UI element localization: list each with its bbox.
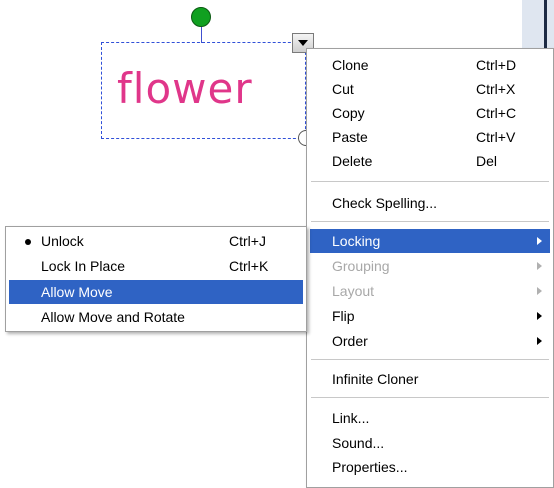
menu-item-label: Infinite Cloner [332,371,419,387]
menu-separator [311,181,549,185]
menu-item-infinite-cloner[interactable]: Infinite Cloner [310,367,550,391]
menu-item-locking[interactable]: Locking [310,229,550,253]
menu-item-flip[interactable]: Flip [310,304,550,328]
menu-item-shortcut: Del [476,153,498,169]
menu-item-label: Link... [332,410,370,426]
menu-item-label: Check Spelling... [332,195,438,211]
menu-separator [311,359,549,363]
menu-item-cut[interactable]: Cut Ctrl+X [310,77,550,101]
menu-item-properties[interactable]: Properties... [310,455,550,479]
context-menu: Clone Ctrl+D Cut Ctrl+X Copy Ctrl+C Past… [306,48,554,488]
submenu-item-label: Allow Move [41,284,113,300]
rotate-handle-stem [201,27,202,43]
submenu-arrow-icon [537,262,542,270]
locking-submenu: Unlock Ctrl+J Lock In Place Ctrl+K Allow… [5,226,307,332]
submenu-item-allow-move[interactable]: Allow Move [9,280,303,304]
submenu-item-label: Allow Move and Rotate [41,309,185,325]
rotate-handle-icon[interactable] [191,7,211,27]
menu-separator [311,221,549,225]
menu-item-grouping: Grouping [310,254,550,278]
menu-item-label: Locking [332,233,381,249]
menu-item-label: Cut [332,81,354,97]
menu-item-delete[interactable]: Delete Del [310,149,550,173]
submenu-arrow-icon [537,337,542,345]
menu-item-label: Clone [332,57,369,73]
menu-item-label: Properties... [332,459,408,475]
menu-item-sound[interactable]: Sound... [310,431,550,455]
menu-item-copy[interactable]: Copy Ctrl+C [310,101,550,125]
menu-item-label: Flip [332,308,355,324]
menu-item-label: Delete [332,153,373,169]
menu-item-shortcut: Ctrl+X [476,81,516,97]
submenu-item-label: Lock In Place [41,258,126,274]
menu-item-label: Grouping [332,258,390,274]
menu-item-paste[interactable]: Paste Ctrl+V [310,125,550,149]
menu-item-shortcut: Ctrl+C [476,105,517,121]
submenu-arrow-icon [537,287,542,295]
menu-item-layout: Layout [310,279,550,303]
submenu-item-allow-move-and-rotate[interactable]: Allow Move and Rotate [9,305,303,329]
menu-item-check-spelling[interactable]: Check Spelling... [310,191,550,215]
menu-item-shortcut: Ctrl+V [476,129,516,145]
menu-item-label: Copy [332,105,365,121]
submenu-item-unlock[interactable]: Unlock Ctrl+J [9,229,303,253]
submenu-item-label: Unlock [41,233,84,249]
menu-dropdown-icon [298,40,308,46]
menu-item-label: Paste [332,129,368,145]
menu-item-order[interactable]: Order [310,329,550,353]
submenu-item-lock-in-place[interactable]: Lock In Place Ctrl+K [9,254,303,278]
menu-item-link[interactable]: Link... [310,406,550,430]
menu-item-label: Sound... [332,435,385,451]
menu-item-label: Layout [332,283,375,299]
radio-bullet-icon [25,239,31,245]
submenu-item-shortcut: Ctrl+J [229,233,266,249]
menu-separator [311,397,549,401]
submenu-item-shortcut: Ctrl+K [229,258,269,274]
submenu-arrow-icon [537,312,542,320]
submenu-arrow-icon [537,237,542,245]
text-object-content[interactable]: flower [117,64,253,114]
menu-item-shortcut: Ctrl+D [476,57,517,73]
menu-item-clone[interactable]: Clone Ctrl+D [310,53,550,77]
menu-item-label: Order [332,333,368,349]
